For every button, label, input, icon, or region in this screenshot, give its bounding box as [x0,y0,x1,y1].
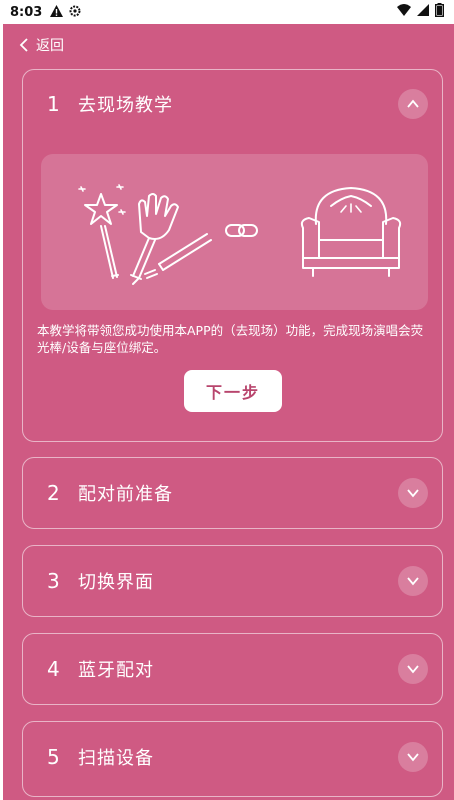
warning-icon [50,4,64,20]
back-label: 返回 [36,38,64,54]
status-time: 8:03 [10,4,43,20]
step-number: 1 [47,92,60,116]
expand-toggle[interactable] [398,741,428,772]
step-header-1[interactable]: 1 去现场教学 [23,70,442,138]
settings-icon [69,5,81,20]
link-icon [225,224,258,237]
chevron-up-icon [407,99,419,108]
step-number: 4 [47,656,60,681]
magic-wand-icon [78,184,126,279]
glow-stick-icon [130,193,212,285]
expand-toggle[interactable] [398,477,428,508]
chevron-down-icon [407,576,419,585]
step-card-5[interactable]: 5 扫描设备 [22,721,443,797]
step-title: 去现场教学 [78,95,173,116]
tutorial-illustration [41,154,428,310]
chevron-left-icon [19,38,28,52]
step-number: 3 [47,568,60,593]
step-number: 2 [47,480,60,505]
expand-toggle[interactable] [398,653,428,684]
status-bar: 8:03 [0,0,454,24]
chevron-down-icon [407,664,419,673]
back-button[interactable]: 返回 [18,34,64,56]
wifi-icon [397,4,411,20]
signal-icon [417,4,429,20]
collapse-toggle[interactable] [398,89,428,119]
step-title: 扫描设备 [78,747,154,769]
step-card-3[interactable]: 3 切换界面 [22,545,443,617]
expand-toggle[interactable] [398,565,428,596]
step-title: 切换界面 [78,571,154,593]
step-description: 本教学将带领您成功使用本APP的（去现场）功能，完成现场演唱会荧光棒/设备与座位… [37,323,424,355]
chevron-down-icon [407,752,419,761]
step-card-1: 1 去现场教学 本教学将带领您成功使用本APP的（去现场）功能，完成现场演唱会荧… [22,69,443,442]
step-title: 配对前准备 [78,483,173,505]
next-step-button[interactable]: 下一步 [184,370,282,412]
step-card-4[interactable]: 4 蓝牙配对 [22,633,443,705]
chevron-down-icon [407,488,419,497]
step-card-2[interactable]: 2 配对前准备 [22,457,443,529]
step-number: 5 [47,744,60,769]
seat-icon [300,187,402,277]
left-edge-strip [0,24,3,800]
battery-icon [434,3,444,21]
step-title: 蓝牙配对 [78,659,154,681]
